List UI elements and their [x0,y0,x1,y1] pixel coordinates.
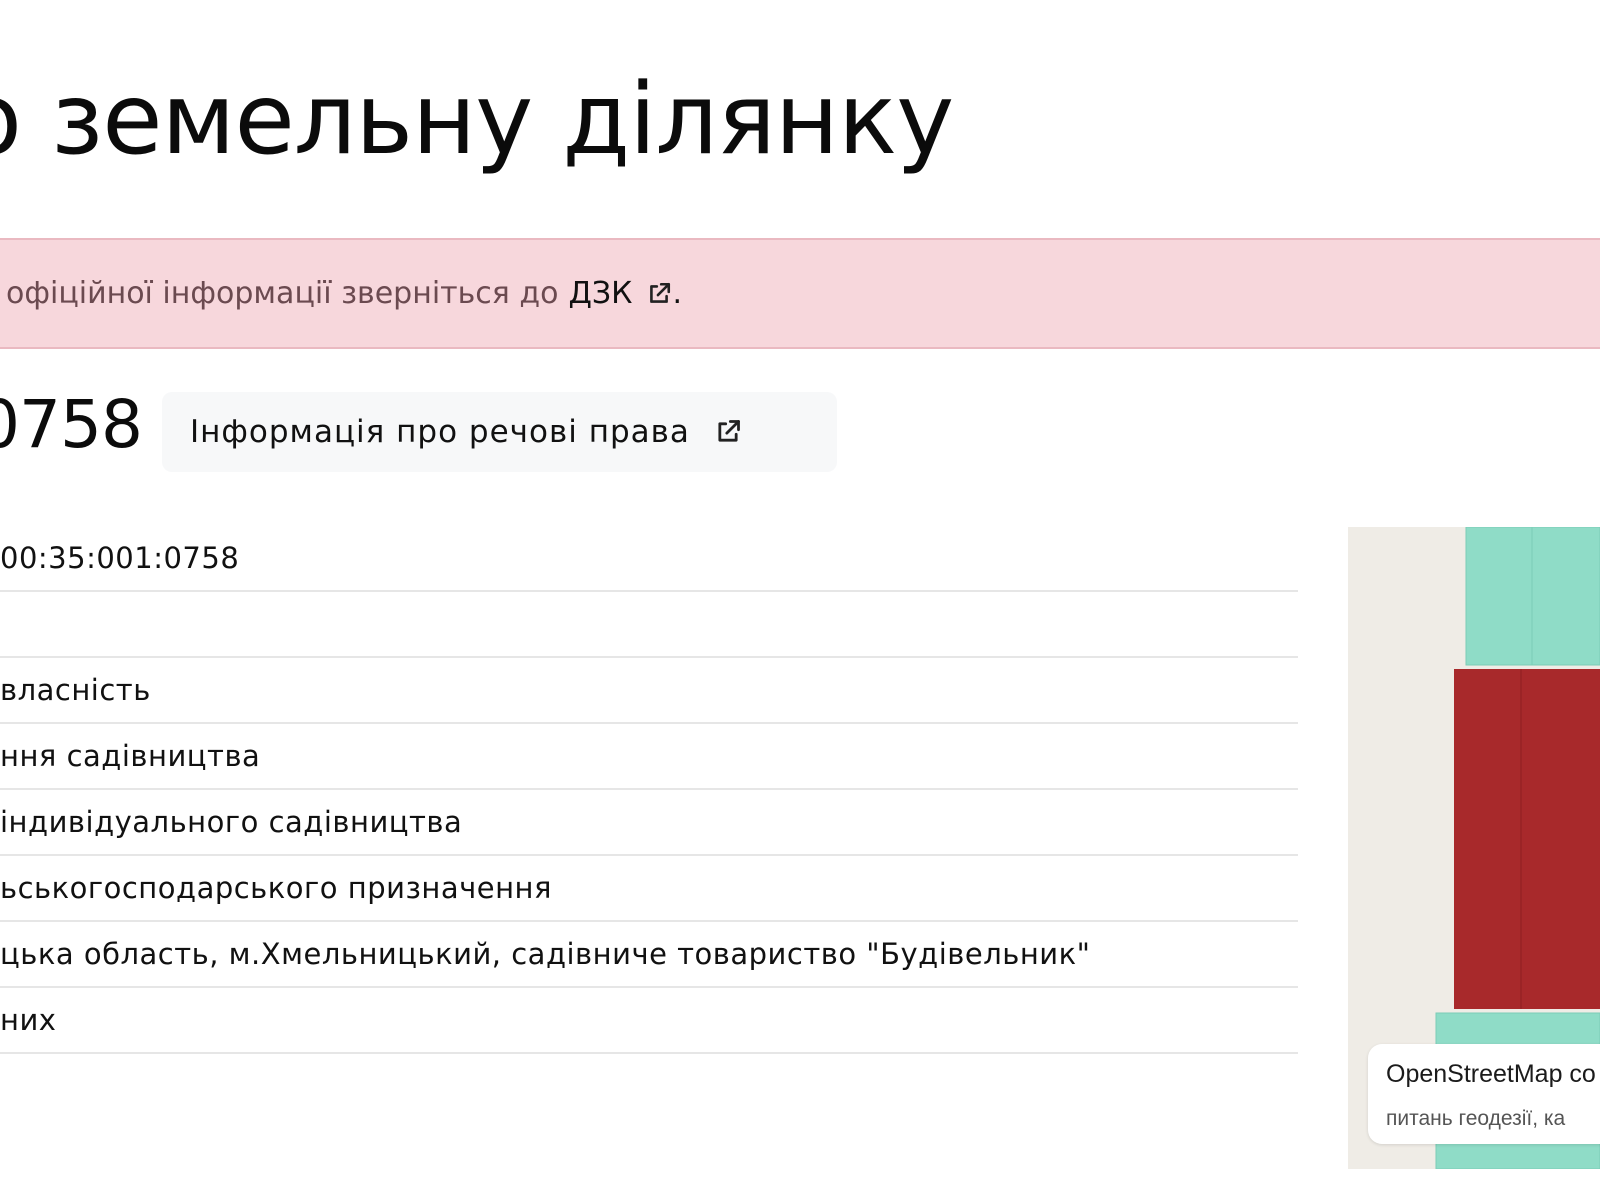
info-row-category: ьськогосподарського призначення [0,856,1298,922]
info-row-use: індивідуального садівництва [0,790,1298,856]
info-row-ownership: власність [0,658,1298,724]
page: о земельну ділянку офіційної інформації … [0,0,1600,1200]
notice-text: офіційної інформації зверніться до [6,276,559,311]
info-row-area [0,592,1298,658]
info-row-last: них [0,988,1298,1054]
parcel-info-list: 00:35:001:0758 власність ння садівництва… [0,526,1298,1054]
parcel-number: 0758 [0,386,143,463]
info-row-address: цька область, м.Хмельницький, садівниче … [0,922,1298,988]
property-rights-button[interactable]: Інформація про речові права [162,392,837,472]
map-attribution-line1: OpenStreetMap co [1386,1060,1596,1088]
info-notice: офіційної інформації зверніться до ДЗК . [0,238,1600,349]
info-row-purpose: ння садівництва [0,724,1298,790]
info-row-cadastral-number: 00:35:001:0758 [0,526,1298,592]
map-attribution-line2: питань геодезії, ка [1386,1107,1566,1130]
parcel-map[interactable]: OpenStreetMap co питань геодезії, ка [1348,527,1600,1169]
selected-parcel [1454,669,1600,1009]
notice-trailing: . [672,276,683,311]
dzk-link[interactable]: ДЗК [568,276,632,311]
page-title: о земельну ділянку [0,63,954,177]
neighbor-parcel-top [1465,527,1600,666]
external-link-icon[interactable] [646,281,672,307]
external-link-icon [714,418,742,446]
map-attribution: OpenStreetMap co питань геодезії, ка [1368,1044,1600,1144]
property-rights-button-label: Інформація про речові права [190,414,690,450]
